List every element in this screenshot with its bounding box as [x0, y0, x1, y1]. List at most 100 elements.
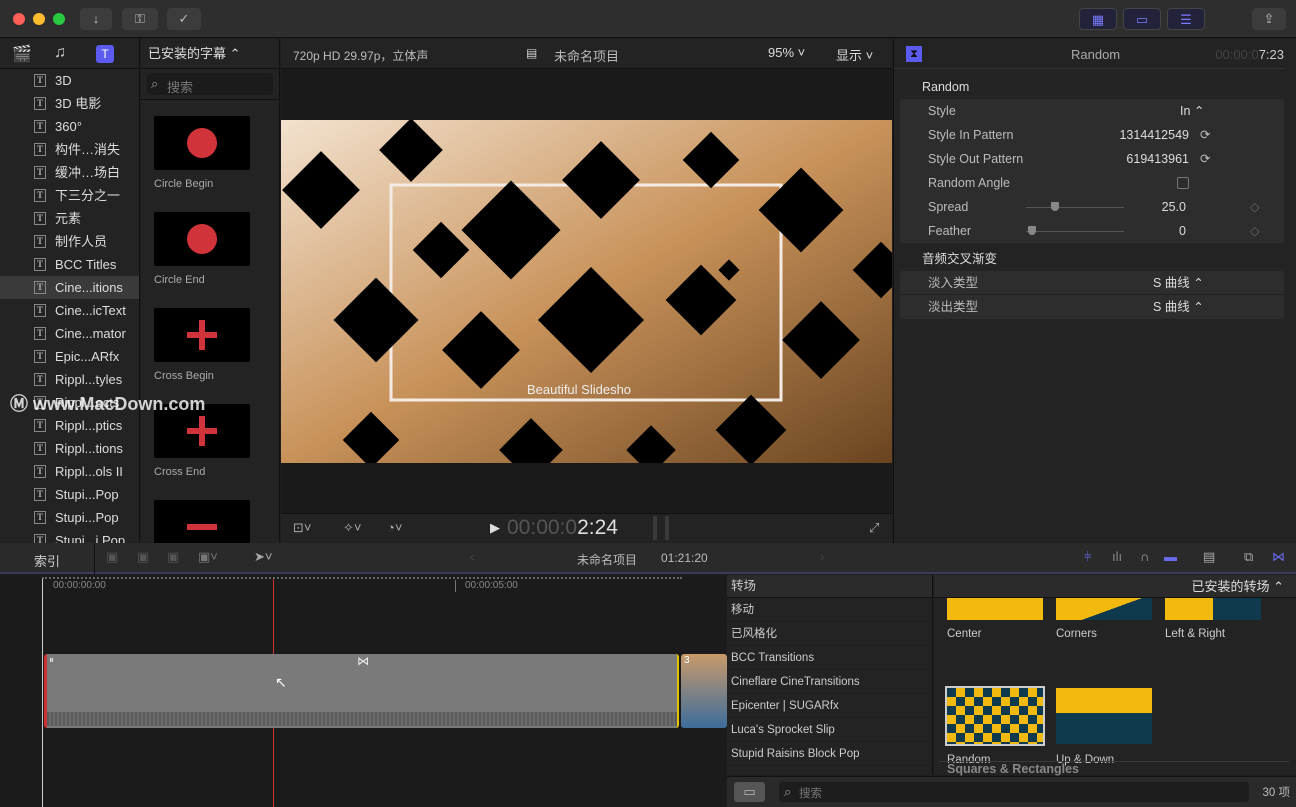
transition-item[interactable]: Center [947, 598, 1043, 640]
refresh-icon[interactable]: ⟳ [1200, 123, 1210, 147]
keyframe-icon[interactable]: ◇ [1250, 195, 1260, 219]
display-dropdown[interactable]: 显示 ˅ [836, 45, 873, 64]
transition-item[interactable]: Up & Down [1056, 688, 1152, 766]
index-button[interactable]: 索引 [34, 551, 60, 570]
sidebar-item[interactable]: T Rippl...tyles [0, 368, 139, 391]
sidebar-item[interactable]: T 缓冲…场白 [0, 161, 139, 184]
title-item[interactable]: Circle Begin [141, 116, 279, 212]
transitions-browser-icon[interactable]: ⋈ [1272, 549, 1285, 565]
back-icon[interactable]: ‹ [470, 549, 474, 564]
sidebar-item[interactable]: T BCC Titles [0, 253, 139, 276]
titles-icon[interactable]: T [96, 45, 114, 63]
feather-slider[interactable] [1026, 231, 1124, 232]
sidebar-item[interactable]: T Cine...icText [0, 299, 139, 322]
style-out-pattern-value[interactable]: 619413961 [1126, 147, 1189, 171]
headphones-icon[interactable]: ∩ [1140, 549, 1149, 564]
sidebar-item[interactable]: T Cine...itions [0, 276, 139, 299]
background-tasks-button[interactable]: ✓ [167, 8, 201, 30]
enhance-menu-icon[interactable]: ✧˅ [343, 520, 361, 536]
timeline-toggle-button[interactable]: ▭ [1123, 8, 1161, 30]
sidebar-item[interactable]: T 构件…消失 [0, 138, 139, 161]
sidebar-item[interactable]: T Rippl...tions [0, 437, 139, 460]
music-photo-icon[interactable]: ♫ [54, 44, 66, 62]
browser-filter-dropdown[interactable]: 已安装的字幕 ⌃ [141, 39, 279, 69]
sidebar-item[interactable]: T 制作人员 [0, 230, 139, 253]
transitions-search-input[interactable]: ⌕ 搜索 [779, 782, 1249, 802]
close-window-button[interactable] [13, 13, 25, 25]
title-item[interactable] [141, 500, 279, 543]
sidebar-item[interactable]: T Stupi...Pop [0, 483, 139, 506]
feather-value[interactable]: 0 [1179, 219, 1186, 243]
title-thumbnails: Circle Begin Circle End Cross Begin Cross E… [141, 99, 279, 543]
title-item[interactable]: Cross End [141, 404, 279, 500]
import-button[interactable]: ↓ [80, 8, 112, 30]
spread-slider[interactable] [1026, 207, 1124, 208]
video-clip[interactable]: 3 [681, 654, 727, 728]
title-icon: T [34, 74, 46, 87]
transition-item[interactable]: Random [945, 686, 1045, 766]
append-clip-icon[interactable]: ▣ [167, 549, 179, 565]
sidebar-toggle-icon[interactable]: ▭ [734, 782, 765, 802]
transition-category[interactable]: Stupid Raisins Block Pop [727, 742, 932, 766]
sidebar-item[interactable]: T 3D [0, 69, 139, 92]
transition-category[interactable]: BCC Transitions [727, 646, 932, 670]
refresh-icon[interactable]: ⟳ [1200, 147, 1210, 171]
transition-category[interactable]: 已风格化 [727, 622, 932, 646]
feather-slider-handle[interactable] [1028, 226, 1036, 235]
fade-out-dropdown[interactable]: S 曲线 ⌃ [1153, 295, 1204, 319]
effects-browser-icon[interactable]: ⧉ [1244, 549, 1253, 565]
audio-skimming-icon[interactable]: ılı [1112, 549, 1122, 564]
sidebar-item[interactable]: T 3D 电影 [0, 92, 139, 115]
clapper-star-icon[interactable]: 🎬 [12, 44, 32, 64]
sidebar-item[interactable]: T Rippl...ptics [0, 414, 139, 437]
retime-menu-icon[interactable]: ◔˅ [387, 520, 402, 535]
transition-item[interactable]: Left & Right [1165, 598, 1261, 640]
browser-search-input[interactable]: ⌕ 搜索 [147, 73, 273, 95]
title-item[interactable]: Circle End [141, 212, 279, 308]
style-in-pattern-value[interactable]: 1314412549 [1119, 123, 1189, 147]
skimming-icon[interactable]: ⫩ [1084, 549, 1091, 565]
select-tool-icon[interactable]: ➤˅ [254, 549, 272, 565]
fullscreen-icon[interactable]: ⤢ [869, 520, 879, 536]
minimize-window-button[interactable] [33, 13, 45, 25]
sidebar-item[interactable]: T 下三分之一 [0, 184, 139, 207]
snapping-icon[interactable]: ▬ [1164, 549, 1177, 564]
sidebar-item[interactable]: T 360° [0, 115, 139, 138]
sidebar-item[interactable]: T Stupi...Pop [0, 506, 139, 529]
audio-meter-right [665, 516, 669, 540]
transition-category[interactable]: Luca's Sprocket Slip [727, 718, 932, 742]
play-button[interactable]: ▶ [490, 520, 500, 536]
inspector-toggle-button[interactable]: ☰ [1167, 8, 1205, 30]
clip-appearance-icon[interactable]: ▤ [1203, 549, 1215, 565]
transition-item[interactable]: Corners [1056, 598, 1152, 640]
keyframe-icon[interactable]: ◇ [1250, 219, 1260, 243]
sidebar-item[interactable]: T Rippl...ols II [0, 460, 139, 483]
transition-clip[interactable]: ⏸ ⋈ [44, 654, 679, 728]
connect-clip-icon[interactable]: ▣ [106, 549, 118, 565]
timeline[interactable]: 00:00:00:00 00:00:05:00 ⏸ ⋈ 3 ↖ [0, 575, 727, 807]
spread-value[interactable]: 25.0 [1162, 195, 1186, 219]
overwrite-clip-icon[interactable]: ▣˅ [198, 549, 218, 565]
sidebar-item[interactable]: T 元素 [0, 207, 139, 230]
transition-category[interactable]: 移动 [727, 598, 932, 622]
transitions-filter-dropdown[interactable]: 已安装的转场 ⌃ [934, 575, 1296, 598]
share-button[interactable]: ⇪ [1252, 8, 1286, 30]
random-angle-checkbox[interactable] [1177, 177, 1189, 189]
spread-slider-handle[interactable] [1051, 202, 1059, 211]
transition-category[interactable]: Cineflare CineTransitions [727, 670, 932, 694]
keywords-button[interactable]: ⚿ [122, 8, 158, 30]
transition-icon: ⋈ [357, 654, 369, 668]
category-list: T 3D T 3D 电影 T 360° T 构件…消失 T 缓冲…场白 T 下三分之一 T 元素 T 制作人员… [0, 69, 139, 552]
zoom-dropdown[interactable]: 95% ˅ [768, 45, 805, 60]
insert-clip-icon[interactable]: ▣ [137, 549, 149, 565]
style-dropdown[interactable]: In ⌃ [1180, 99, 1204, 123]
transform-menu-icon[interactable]: ⊡˅ [293, 520, 311, 536]
browser-toggle-button[interactable]: ▦ [1079, 8, 1117, 30]
zoom-window-button[interactable] [53, 13, 65, 25]
transition-category[interactable]: Epicenter | SUGARfx [727, 694, 932, 718]
sidebar-item[interactable]: T Cine...mator [0, 322, 139, 345]
sidebar-item[interactable]: T Epic...ARfx [0, 345, 139, 368]
fade-in-dropdown[interactable]: S 曲线 ⌃ [1153, 271, 1204, 295]
playhead[interactable] [42, 579, 43, 807]
forward-icon[interactable]: › [820, 549, 824, 564]
